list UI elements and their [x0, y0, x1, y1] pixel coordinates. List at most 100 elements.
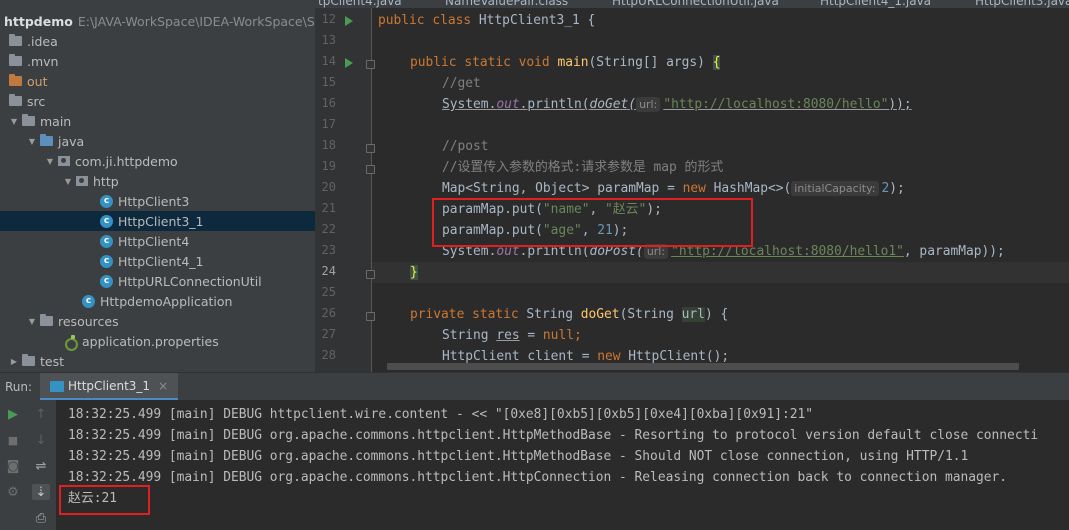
properties-file-icon	[64, 334, 78, 351]
close-icon[interactable]: ×	[158, 379, 168, 393]
expand-arrow-icon[interactable]: ▼	[45, 157, 55, 166]
folder-icon	[22, 354, 35, 366]
run-tab-label: HttpClient3_1	[68, 378, 151, 393]
folder-icon	[40, 134, 53, 146]
tree-item-label: HttpClient3_1	[118, 213, 204, 229]
scrollbar-thumb[interactable]	[387, 363, 1019, 370]
tree-item-label: com.ji.httpdemo	[75, 153, 178, 169]
fold-icon[interactable]	[366, 60, 375, 69]
down-arrow-icon[interactable]: ↓	[32, 432, 50, 448]
tree-item-src[interactable]: src	[0, 91, 315, 111]
tree-item-label: main	[40, 113, 72, 129]
folder-icon	[22, 114, 35, 126]
tree-item-resources[interactable]: ▼ resources	[0, 311, 315, 331]
line-number: 16	[321, 96, 336, 110]
package-icon	[58, 156, 70, 166]
editor-tab[interactable]: HttpClient4_1.java	[820, 0, 931, 8]
line-number: 17	[321, 117, 336, 131]
tree-item-httpclient3[interactable]: c HttpClient3	[0, 191, 315, 211]
tree-item-out[interactable]: out	[0, 71, 315, 91]
tree-item-httpclient4-1[interactable]: c HttpClient4_1	[0, 251, 315, 271]
run-header: Run: HttpClient3_1 ×	[0, 372, 1069, 401]
folder-icon	[40, 314, 53, 326]
code-line-24: }	[410, 265, 418, 280]
tree-item-label: out	[27, 73, 48, 89]
line-number: 28	[321, 348, 336, 362]
tree-item-test[interactable]: ▶ test	[0, 351, 315, 371]
tree-item-label: HttpClient4_1	[118, 253, 204, 269]
expand-arrow-icon[interactable]: ▼	[63, 177, 73, 186]
print-icon[interactable]: ⎙	[32, 510, 50, 526]
tree-item-package[interactable]: ▼ com.ji.httpdemo	[0, 151, 315, 171]
editor-tab[interactable]: tpClient4.java	[318, 0, 402, 8]
tree-item-properties[interactable]: application.properties	[0, 331, 315, 351]
tree-item-label: .mvn	[27, 53, 59, 69]
log-line: 18:32:25.499 [main] DEBUG org.apache.com…	[68, 449, 969, 464]
run-icon[interactable]: ▶	[4, 406, 22, 422]
fold-icon[interactable]	[366, 270, 375, 279]
editor-tab[interactable]: NameValuePair.class	[445, 0, 568, 8]
tree-item-label: java	[58, 133, 85, 149]
code-line-26: private static String doGet(String url) …	[410, 307, 729, 322]
output-highlight-box	[59, 485, 150, 515]
tree-item-label: HttpURLConnectionUtil	[118, 273, 262, 289]
run-class-icon[interactable]	[345, 16, 353, 26]
root-path: E:\JAVA-WorkSpace\IDEA-WorkSpace\Sp	[77, 13, 315, 29]
fold-icon[interactable]	[366, 165, 375, 174]
tree-item-httpclient4[interactable]: c HttpClient4	[0, 231, 315, 251]
run-label: Run:	[5, 380, 33, 394]
log-line: 18:32:25.499 [main] DEBUG httpclient.wir…	[68, 407, 814, 422]
tree-item-java[interactable]: ▼ java	[0, 131, 315, 151]
code-area[interactable]: public class HttpClient3_1 { public stat…	[378, 8, 1069, 372]
tree-item-idea[interactable]: .idea	[0, 31, 315, 51]
class-icon: c	[100, 254, 113, 268]
folder-icon	[9, 34, 22, 46]
line-number: 20	[321, 180, 336, 194]
code-line-12: public class HttpClient3_1 {	[378, 13, 596, 28]
highlight-box	[432, 198, 753, 247]
code-line-20: Map<String, Object> paramMap = new HashM…	[442, 181, 905, 196]
stop-icon[interactable]: ■	[4, 432, 22, 448]
scroll-to-end-icon[interactable]: ⇣	[32, 484, 50, 500]
horizontal-scrollbar[interactable]	[372, 363, 1069, 371]
expand-arrow-icon[interactable]: ▼	[27, 137, 37, 146]
fold-icon[interactable]	[366, 312, 375, 321]
class-icon: c	[82, 294, 95, 308]
camera-icon[interactable]: ◙	[4, 458, 22, 474]
tree-item-http[interactable]: ▼ http	[0, 171, 315, 191]
code-line-27: String res = null;	[442, 328, 582, 343]
editor-tab[interactable]: HttpClient3.java	[975, 0, 1069, 8]
up-arrow-icon[interactable]: ↑	[32, 406, 50, 422]
run-main-icon[interactable]	[345, 58, 353, 68]
line-number: 18	[321, 138, 336, 152]
console-output[interactable]: 18:32:25.499 [main] DEBUG httpclient.wir…	[56, 400, 1069, 530]
soft-wrap-icon[interactable]: ⇌	[32, 458, 50, 474]
run-tab[interactable]: HttpClient3_1 ×	[40, 373, 179, 401]
tree-item-main[interactable]: ▼ main	[0, 111, 315, 131]
tree-root[interactable]: httpdemo E:\JAVA-WorkSpace\IDEA-WorkSpac…	[0, 11, 315, 31]
settings-icon[interactable]: ⚙	[4, 484, 22, 500]
class-icon: c	[100, 214, 113, 228]
line-number: 12	[321, 12, 336, 26]
code-editor[interactable]: 12 13 14 15 16 17 18 19 20 21 22 23 24 2…	[315, 8, 1069, 372]
editor-tab[interactable]: HttpURLConnectionUtil.java	[612, 0, 779, 8]
fold-icon[interactable]	[366, 144, 375, 153]
collapse-arrow-icon[interactable]: ▶	[9, 357, 19, 366]
line-number: 27	[321, 327, 336, 341]
code-line-16: System.out.println(doGet(url: "http://loc…	[442, 97, 912, 112]
param-hint: url:	[636, 97, 661, 112]
tree-item-urlconnectionutil[interactable]: c HttpURLConnectionUtil	[0, 271, 315, 291]
run-config-icon	[50, 381, 64, 392]
expand-arrow-icon[interactable]: ▼	[9, 117, 19, 126]
expand-arrow-icon[interactable]: ▼	[27, 317, 37, 326]
editor-tab-strip: tpClient4.java NameValuePair.class HttpU…	[0, 0, 1069, 8]
tree-item-label: HttpdemoApplication	[100, 293, 233, 309]
class-icon: c	[100, 274, 113, 288]
tree-item-mvn[interactable]: .mvn	[0, 51, 315, 71]
tree-item-label: HttpClient3	[118, 193, 190, 209]
line-number: 26	[321, 306, 336, 320]
tree-item-httpclient3-1[interactable]: c HttpClient3_1	[0, 211, 315, 231]
tree-item-label: HttpClient4	[118, 233, 190, 249]
tree-item-application[interactable]: c HttpdemoApplication	[0, 291, 315, 311]
project-panel: httpdemo E:\JAVA-WorkSpace\IDEA-WorkSpac…	[0, 8, 315, 372]
